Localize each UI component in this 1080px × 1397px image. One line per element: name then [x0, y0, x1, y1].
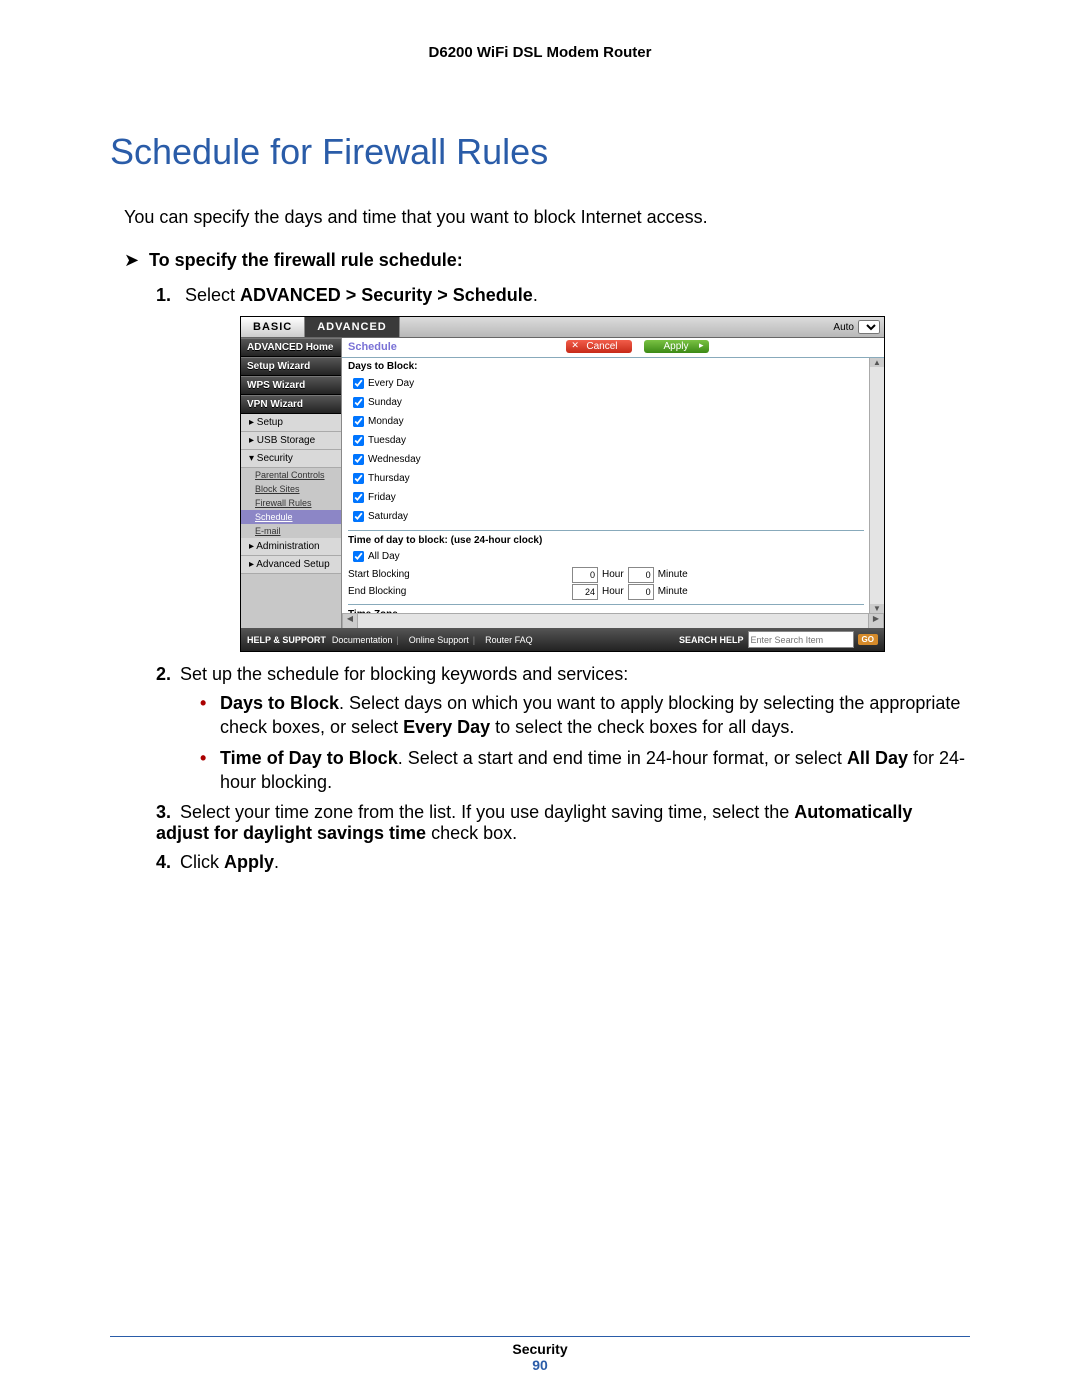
router-footer: HELP & SUPPORT Documentation| Online Sup… — [241, 628, 884, 651]
auto-dropdown[interactable] — [858, 320, 880, 334]
router-main: Schedule Cancel Apply Days to Block: Eve… — [342, 338, 884, 628]
cb-thursday[interactable]: Thursday — [348, 469, 864, 488]
step-1: 1. Select ADVANCED > Security > Schedule… — [156, 285, 970, 652]
side-wps-wizard[interactable]: WPS Wizard — [241, 376, 341, 395]
auto-select[interactable]: Auto — [833, 320, 880, 334]
vertical-scrollbar[interactable] — [869, 358, 884, 613]
router-tabs: BASIC ADVANCED Auto — [241, 317, 884, 338]
side-usb[interactable]: ▸ USB Storage — [241, 432, 341, 450]
footer-section: Security — [512, 1341, 567, 1357]
cb-wednesday[interactable]: Wednesday — [348, 450, 864, 469]
cb-monday[interactable]: Monday — [348, 412, 864, 431]
start-label: Start Blocking — [348, 568, 568, 582]
end-hour-input[interactable] — [572, 584, 598, 600]
task-heading-text: To specify the firewall rule schedule: — [149, 250, 463, 270]
footer-label: HELP & SUPPORT — [247, 635, 326, 645]
page-title: Schedule for Firewall Rules — [110, 131, 970, 173]
intro-text: You can specify the days and time that y… — [124, 207, 970, 228]
time-heading: Time of day to block: (use 24-hour clock… — [348, 530, 864, 548]
side-firewall-rules[interactable]: Firewall Rules — [241, 496, 341, 510]
tab-basic[interactable]: BASIC — [241, 317, 305, 337]
router-sidebar: ADVANCED Home Setup Wizard WPS Wizard VP… — [241, 338, 342, 628]
auto-label: Auto — [833, 322, 854, 333]
tab-advanced[interactable]: ADVANCED — [305, 317, 400, 337]
hour-label-2: Hour — [602, 585, 624, 599]
side-security[interactable]: ▾ Security — [241, 450, 341, 468]
side-parental[interactable]: Parental Controls — [241, 468, 341, 482]
search-help-input[interactable] — [748, 631, 854, 648]
minute-label-1: Minute — [658, 568, 688, 582]
step-4: 4.Click Apply. — [156, 852, 970, 873]
side-email[interactable]: E-mail — [241, 524, 341, 538]
footer-faq[interactable]: Router FAQ — [485, 635, 533, 645]
footer-page-number: 90 — [0, 1357, 1080, 1373]
task-arrow-icon: ➤ — [124, 250, 144, 271]
page-footer: Security 90 — [0, 1341, 1080, 1373]
router-page-title: Schedule — [348, 341, 397, 353]
cb-friday[interactable]: Friday — [348, 488, 864, 507]
days-heading: Days to Block: — [348, 360, 864, 374]
step-3: 3.Select your time zone from the list. I… — [156, 802, 970, 844]
go-button[interactable]: GO — [858, 634, 878, 645]
router-screenshot: BASIC ADVANCED Auto ADVANCED Home Setup … — [240, 316, 885, 652]
product-header: D6200 WiFi DSL Modem Router — [110, 44, 970, 61]
start-min-input[interactable] — [628, 567, 654, 583]
cancel-button[interactable]: Cancel — [566, 340, 631, 353]
side-block-sites[interactable]: Block Sites — [241, 482, 341, 496]
side-advanced-setup[interactable]: ▸ Advanced Setup — [241, 556, 341, 574]
side-setup[interactable]: ▸ Setup — [241, 414, 341, 432]
cb-all-day[interactable]: All Day — [348, 547, 864, 566]
end-label: End Blocking — [348, 585, 568, 599]
side-vpn-wizard[interactable]: VPN Wizard — [241, 395, 341, 414]
side-administration[interactable]: ▸ Administration — [241, 538, 341, 556]
step-1-bold: ADVANCED > Security > Schedule — [240, 285, 533, 305]
tz-heading: Time Zone — [348, 604, 864, 613]
step-1-post: . — [533, 285, 538, 305]
step-2-text: Set up the schedule for blocking keyword… — [180, 664, 628, 684]
cb-everyday[interactable]: Every Day — [348, 374, 864, 393]
hour-label-1: Hour — [602, 568, 624, 582]
step-2: 2.Set up the schedule for blocking keywo… — [156, 664, 970, 794]
side-advanced-home[interactable]: ADVANCED Home — [241, 338, 341, 357]
cb-sunday[interactable]: Sunday — [348, 393, 864, 412]
minute-label-2: Minute — [658, 585, 688, 599]
search-help-label: SEARCH HELP — [679, 635, 744, 645]
footer-doc[interactable]: Documentation — [332, 635, 393, 645]
end-min-input[interactable] — [628, 584, 654, 600]
task-heading: ➤ To specify the firewall rule schedule: — [124, 250, 970, 271]
footer-rule — [110, 1336, 970, 1337]
bullet-time: Time of Day to Block. Select a start and… — [200, 746, 970, 795]
apply-button[interactable]: Apply — [644, 340, 709, 353]
start-hour-input[interactable] — [572, 567, 598, 583]
cb-saturday[interactable]: Saturday — [348, 507, 864, 526]
bullet-days: Days to Block. Select days on which you … — [200, 691, 970, 740]
side-schedule[interactable]: Schedule — [241, 510, 341, 524]
footer-online[interactable]: Online Support — [409, 635, 469, 645]
horizontal-scrollbar[interactable]: ◀▶ — [342, 613, 884, 628]
cb-tuesday[interactable]: Tuesday — [348, 431, 864, 450]
side-setup-wizard[interactable]: Setup Wizard — [241, 357, 341, 376]
step-1-pre: Select — [185, 285, 240, 305]
